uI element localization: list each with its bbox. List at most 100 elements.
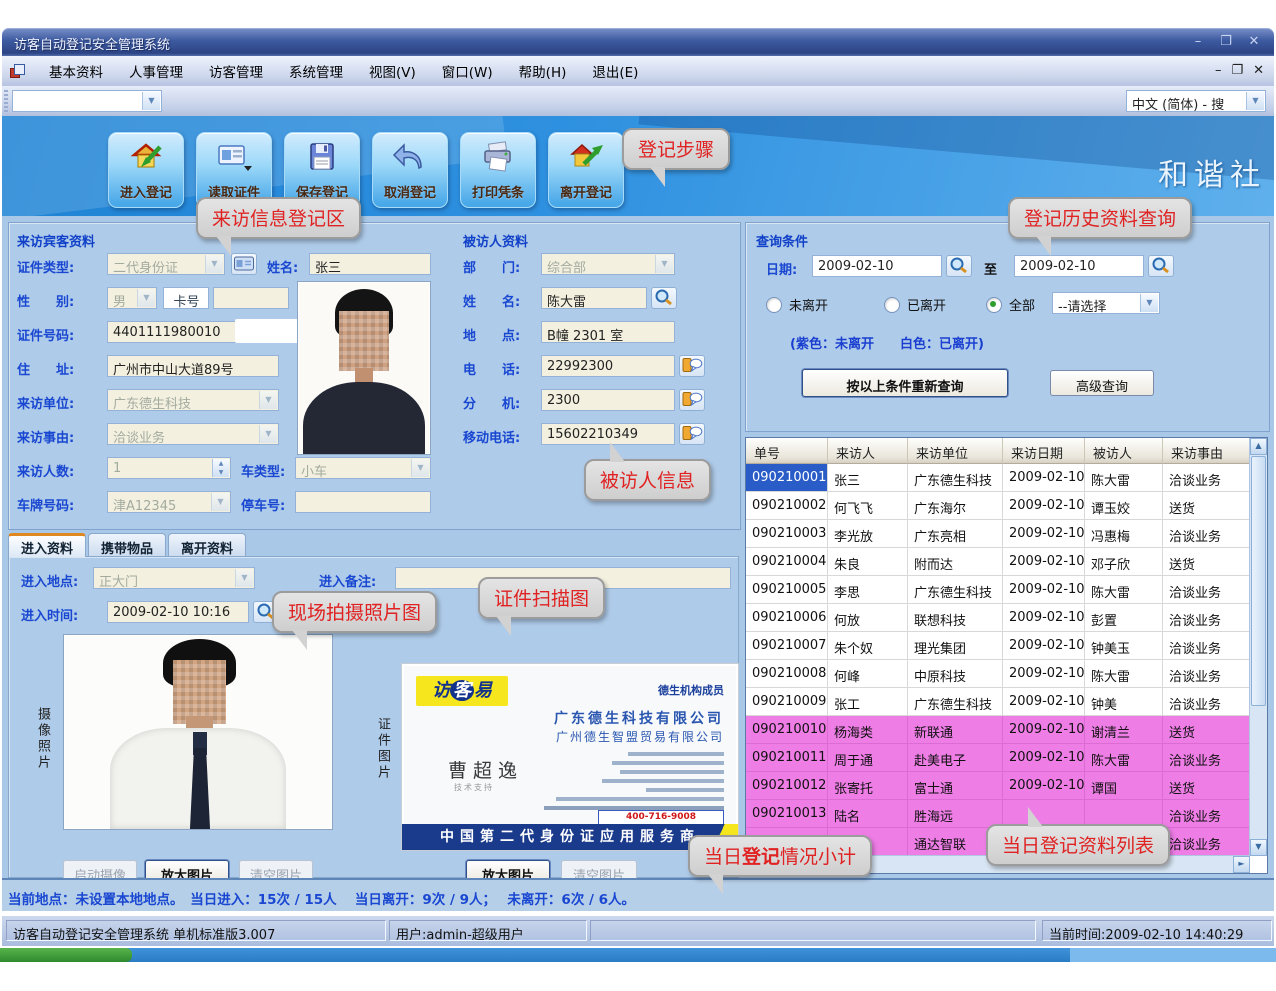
table-cell[interactable]: 何放 — [828, 604, 908, 632]
table-cell[interactable]: 090210004 — [746, 548, 828, 576]
table-cell[interactable]: 2009-02-10 — [1003, 492, 1085, 520]
table-cell[interactable]: 广东德生科技 — [908, 576, 1003, 604]
ext-input[interactable]: 2300 — [541, 389, 675, 411]
table-cell[interactable]: 富士通 — [908, 772, 1003, 800]
tab-entry-info[interactable]: 进入资料 — [8, 533, 86, 557]
table-cell[interactable]: 杨海类 — [828, 716, 908, 744]
date-to-picker-button[interactable] — [1148, 255, 1174, 277]
chevron-down-icon[interactable]: ▼ — [259, 425, 277, 443]
advanced-query-button[interactable]: 高级查询 — [1050, 370, 1154, 396]
table-cell[interactable]: 新联通 — [908, 716, 1003, 744]
table-cell[interactable]: 090210010 — [746, 716, 828, 744]
table-row[interactable]: 090210002何飞飞广东海尔2009-02-10谭玉姣送货 — [746, 492, 1250, 520]
table-cell[interactable]: 2009-02-10 — [1003, 548, 1085, 576]
requery-button[interactable]: 按以上条件重新查询 — [802, 369, 1008, 397]
chevron-down-icon[interactable]: ▼ — [259, 391, 277, 409]
menu-item[interactable]: 视图(V) — [356, 61, 429, 81]
restore-icon[interactable]: ❐ — [1216, 33, 1236, 51]
table-cell[interactable]: 谢清兰 — [1085, 716, 1163, 744]
cancel-register-button[interactable]: 取消登记 — [372, 132, 448, 208]
menu-item[interactable]: 窗口(W) — [429, 61, 506, 81]
table-cell[interactable]: 洽谈业务 — [1163, 604, 1250, 632]
table-cell[interactable]: 090210005 — [746, 576, 828, 604]
read-card-button[interactable] — [231, 253, 257, 275]
table-cell[interactable]: 2009-02-10 — [1003, 464, 1085, 492]
table-row[interactable]: 090210007朱个奴理光集团2009-02-10钟美玉洽谈业务 — [746, 632, 1250, 660]
phone-notify-button[interactable] — [679, 355, 705, 377]
chevron-down-icon[interactable]: ▼ — [205, 255, 223, 273]
table-cell[interactable]: 邓子欣 — [1085, 548, 1163, 576]
chevron-down-icon[interactable]: ▼ — [137, 289, 155, 307]
table-row[interactable]: 090210001张三广东德生科技2009-02-10陈大雷洽谈业务 — [746, 464, 1250, 492]
table-cell[interactable]: 钟美 — [1085, 688, 1163, 716]
table-cell[interactable]: 朱个奴 — [828, 632, 908, 660]
visitee-name-input[interactable]: 陈大雷 — [541, 287, 647, 309]
radio-not-left[interactable]: 未离开 — [766, 295, 828, 314]
ext-notify-button[interactable] — [679, 389, 705, 411]
car-type-combo[interactable]: 小车▼ — [295, 457, 431, 479]
table-row[interactable]: 090210008何峰中原科技2009-02-10陈大雷洽谈业务 — [746, 660, 1250, 688]
table-cell[interactable]: 090210006 — [746, 604, 828, 632]
mobile-notify-button[interactable] — [679, 423, 705, 445]
column-header[interactable]: 被访人 — [1085, 438, 1163, 464]
menu-item[interactable]: 系统管理 — [276, 61, 356, 81]
table-cell[interactable]: 090210008 — [746, 660, 828, 688]
table-cell[interactable]: 洽谈业务 — [1163, 828, 1250, 856]
entry-place-combo[interactable]: 正大门▼ — [93, 567, 255, 589]
tab-carried-items[interactable]: 携带物品 — [88, 533, 166, 556]
column-header[interactable]: 来访事由 — [1163, 438, 1250, 464]
date-from-picker-button[interactable] — [946, 255, 972, 277]
table-cell[interactable]: 洽谈业务 — [1163, 688, 1250, 716]
table-cell[interactable]: 洽谈业务 — [1163, 660, 1250, 688]
vertical-scrollbar[interactable]: ▲ ▼ — [1249, 438, 1267, 856]
table-cell[interactable]: 张三 — [828, 464, 908, 492]
table-cell[interactable]: 附而达 — [908, 548, 1003, 576]
visitor-name-input[interactable]: 张三 — [309, 253, 431, 275]
table-cell[interactable]: 090210012 — [746, 772, 828, 800]
column-header[interactable]: 单号 — [746, 438, 828, 464]
table-cell[interactable]: 广东德生科技 — [908, 688, 1003, 716]
minimize-icon[interactable]: – — [1188, 33, 1208, 51]
table-cell[interactable]: 2009-02-10 — [1003, 688, 1085, 716]
spinner-arrows-icon[interactable]: ▲▼ — [212, 459, 229, 477]
menu-item[interactable]: 访客管理 — [196, 61, 276, 81]
chevron-down-icon[interactable]: ▼ — [1140, 294, 1158, 312]
table-cell[interactable]: 陆名 — [828, 800, 908, 828]
table-cell[interactable]: 陈大雷 — [1085, 660, 1163, 688]
menu-item[interactable]: 帮助(H) — [506, 61, 580, 81]
address-input[interactable]: 广州市中山大道89号 — [107, 355, 279, 377]
table-cell[interactable]: 2009-02-10 — [1003, 632, 1085, 660]
plate-combo[interactable]: 津A12345▼ — [107, 491, 231, 513]
phone-input[interactable]: 22992300 — [541, 355, 675, 377]
radio-left[interactable]: 已离开 — [884, 295, 946, 314]
table-cell[interactable]: 李思 — [828, 576, 908, 604]
count-spinner[interactable]: 1 ▲▼ — [107, 457, 231, 479]
table-cell[interactable]: 陈大雷 — [1085, 744, 1163, 772]
column-header[interactable]: 来访日期 — [1003, 438, 1085, 464]
table-cell[interactable]: 谭国 — [1085, 772, 1163, 800]
menu-item[interactable]: 退出(E) — [579, 61, 651, 81]
company-combo[interactable]: 广东德生科技▼ — [107, 389, 279, 411]
table-cell[interactable]: 广东亮相 — [908, 520, 1003, 548]
table-cell[interactable]: 何飞飞 — [828, 492, 908, 520]
chevron-down-icon[interactable]: ▼ — [235, 569, 253, 587]
table-cell[interactable]: 090210002 — [746, 492, 828, 520]
entry-time-input[interactable]: 2009-02-10 10:16 — [107, 601, 249, 623]
scroll-up-icon[interactable]: ▲ — [1250, 438, 1267, 455]
table-cell[interactable]: 洽谈业务 — [1163, 800, 1250, 828]
table-cell[interactable]: 张寄托 — [828, 772, 908, 800]
date-from-input[interactable]: 2009-02-10 — [812, 255, 942, 277]
card-no-input[interactable] — [213, 287, 289, 309]
table-cell[interactable]: 张工 — [828, 688, 908, 716]
radio-all[interactable]: 全部 — [986, 295, 1035, 314]
table-cell[interactable]: 送货 — [1163, 716, 1250, 744]
table-cell[interactable]: 2009-02-10 — [1003, 604, 1085, 632]
table-cell[interactable]: 洽谈业务 — [1163, 576, 1250, 604]
table-row[interactable]: 090210003李光放广东亮相2009-02-10冯惠梅洽谈业务 — [746, 520, 1250, 548]
table-cell[interactable]: 090210013 — [746, 800, 828, 828]
table-cell[interactable]: 090210007 — [746, 632, 828, 660]
place-input[interactable]: B幢 2301 室 — [541, 321, 675, 343]
table-row[interactable]: 090210009张工广东德生科技2009-02-10钟美洽谈业务 — [746, 688, 1250, 716]
table-row[interactable]: 090210004朱良附而达2009-02-10邓子欣送货 — [746, 548, 1250, 576]
gender-combo[interactable]: 男▼ — [107, 287, 157, 309]
